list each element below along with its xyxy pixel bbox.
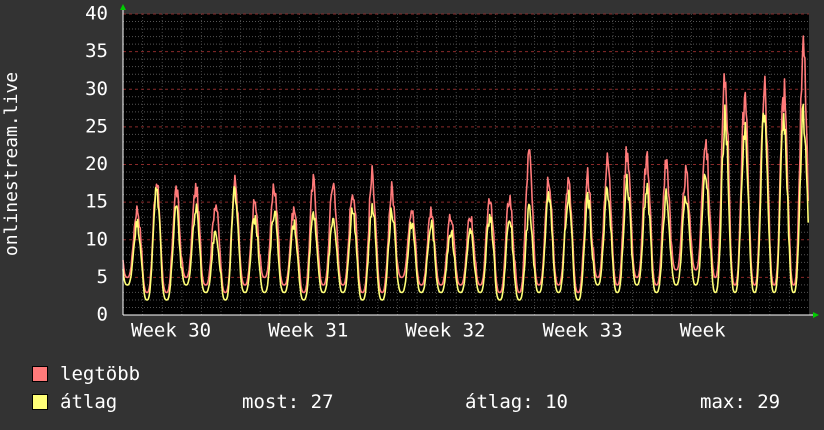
y-tick-label: 10 — [85, 228, 108, 250]
x-tick-label: Week 32 — [405, 320, 485, 342]
legend-label-max: legtöbb — [60, 363, 141, 385]
stat-max: max: 29 — [700, 391, 781, 413]
y-tick-label: 25 — [85, 115, 108, 137]
x-tick-label: Week 31 — [268, 320, 348, 342]
x-tick-labels: Week 30 Week 31 Week 32 Week 33 Week — [131, 320, 726, 342]
x-tick-label: Week 33 — [543, 320, 623, 342]
y-tick-label: 35 — [85, 40, 108, 62]
legend-swatch-avg — [32, 394, 48, 410]
legend-swatch-max — [32, 366, 48, 382]
x-tick-label: Week 30 — [131, 320, 211, 342]
stat-current: most: 27 — [242, 391, 334, 413]
y-tick-label: 40 — [85, 3, 108, 25]
legend-item-max: legtöbb — [32, 363, 140, 385]
y-axis-arrow — [120, 4, 126, 10]
x-axis-arrow — [813, 312, 819, 318]
stat-average: átlag: 10 — [465, 391, 568, 413]
legend-item-avg: átlag most: 27 átlag: 10 max: 29 — [32, 391, 812, 413]
y-tick-label: 20 — [85, 153, 108, 175]
y-tick-label: 0 — [97, 304, 108, 326]
y-tick-label: 30 — [85, 78, 108, 100]
y-tick-label: 15 — [85, 191, 108, 213]
y-axis-label: onlinestream.live — [1, 72, 22, 256]
y-tick-label: 5 — [97, 266, 108, 288]
legend-label-avg: átlag — [60, 391, 118, 413]
x-tick-label: Week — [680, 320, 726, 342]
y-tick-labels: 0 5 10 15 20 25 30 35 40 — [85, 3, 108, 326]
